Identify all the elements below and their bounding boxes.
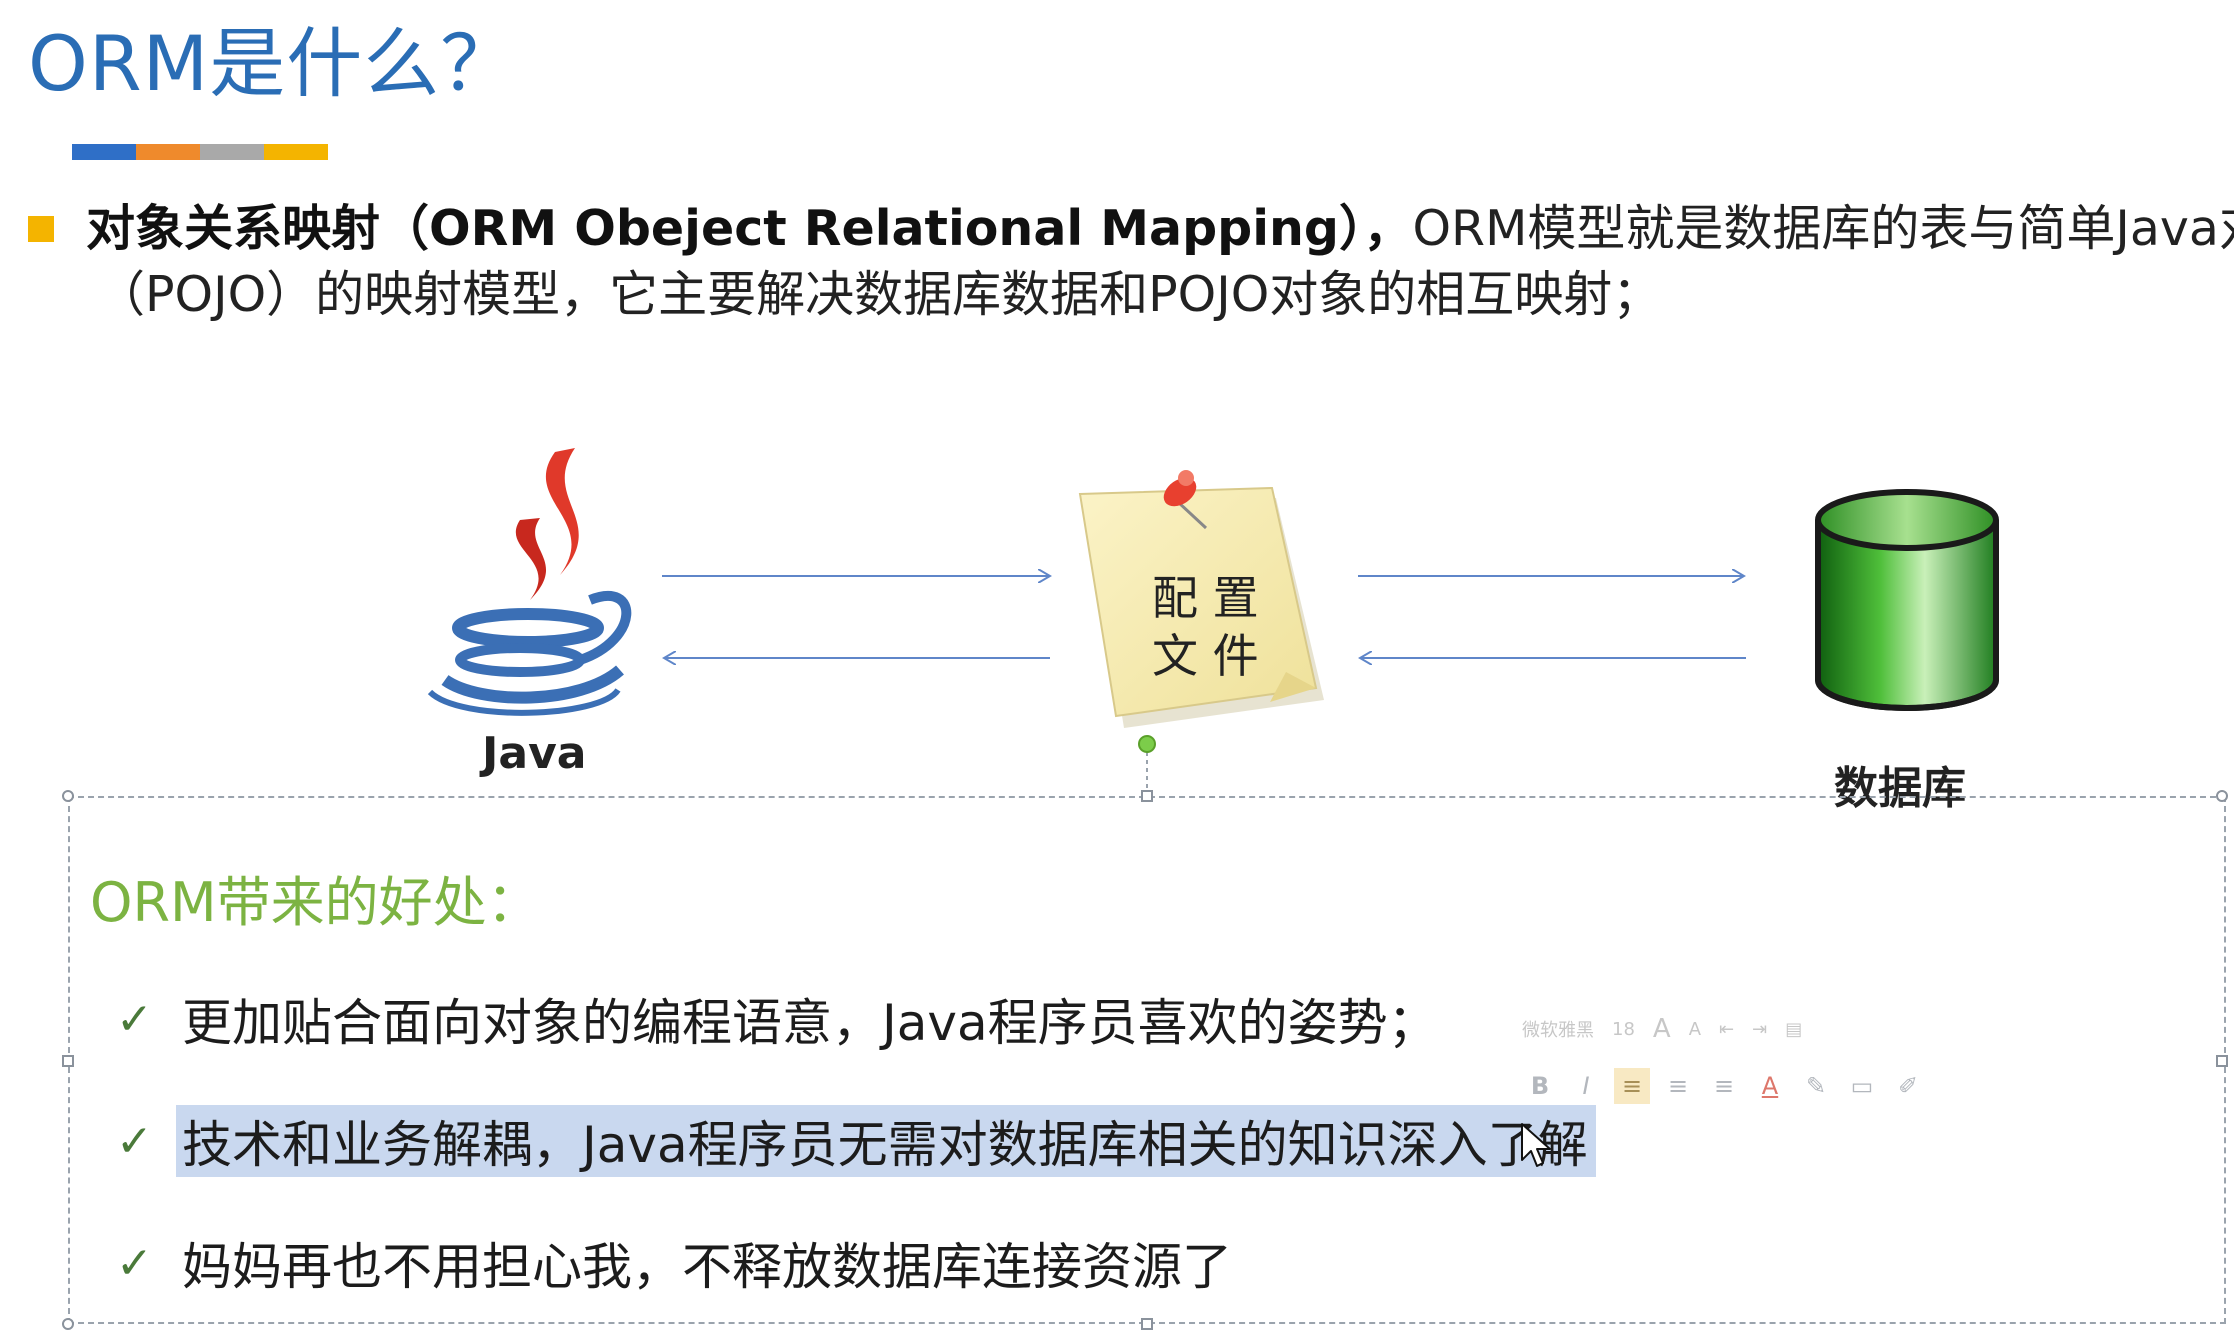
increase-indent-icon[interactable]: ⇥ <box>1752 1019 1767 1040</box>
orm-diagram <box>427 448 1999 796</box>
resize-handle-top-center[interactable] <box>1141 790 1153 802</box>
align-left-icon[interactable]: ≡ <box>1614 1068 1650 1104</box>
font-name-select[interactable]: 微软雅黑 <box>1522 1016 1594 1042</box>
benefit-text[interactable]: 妈妈再也不用担心我，不释放数据库连接资源了 <box>176 1227 1240 1299</box>
config-label-line1: 配 置 <box>1152 571 1259 625</box>
benefit-text[interactable]: 更加贴合面向对象的编程语意，Java程序员喜欢的姿势； <box>176 983 1446 1055</box>
benefit-item-1[interactable]: ✓ 更加贴合面向对象的编程语意，Java程序员喜欢的姿势； <box>116 982 1446 1056</box>
benefit-item-2[interactable]: ✓ 技术和业务解耦，Java程序员无需对数据库相关的知识深入了解 <box>116 1104 1596 1178</box>
resize-handle-middle-left[interactable] <box>62 1055 74 1067</box>
check-icon: ✓ <box>116 1115 153 1167</box>
bold-button[interactable]: B <box>1522 1068 1558 1104</box>
resize-handle-top-right[interactable] <box>2216 790 2228 802</box>
highlight-icon[interactable]: ✎ <box>1798 1068 1834 1104</box>
check-icon: ✓ <box>116 1237 153 1289</box>
mini-format-toolbar[interactable]: 微软雅黑 18 A A ⇤ ⇥ ▤ B I ≡ ≡ ≡ A ✎ ▭ ✐ <box>1522 1006 2022 1118</box>
database-icon <box>1815 489 1999 711</box>
grow-font-button[interactable]: A <box>1653 1014 1671 1044</box>
align-right-icon[interactable]: ≡ <box>1706 1068 1742 1104</box>
font-color-button[interactable]: A <box>1752 1068 1788 1104</box>
resize-handle-middle-right[interactable] <box>2216 1055 2228 1067</box>
check-icon: ✓ <box>116 993 153 1045</box>
java-logo-icon <box>427 448 632 716</box>
java-label: Java <box>482 728 587 779</box>
font-size-select[interactable]: 18 <box>1612 1019 1635 1040</box>
benefits-heading: ORM带来的好处： <box>90 871 541 934</box>
mouse-cursor-icon <box>1521 1123 1551 1167</box>
benefit-text-selected[interactable]: 技术和业务解耦，Java程序员无需对数据库相关的知识深入了解 <box>176 1105 1596 1177</box>
config-label-line2: 文 件 <box>1152 629 1259 683</box>
format-painter-icon[interactable]: ▤ <box>1785 1019 1802 1040</box>
pen-icon[interactable]: ✐ <box>1890 1068 1926 1104</box>
align-center-icon[interactable]: ≡ <box>1660 1068 1696 1104</box>
shape-outline-icon[interactable]: ▭ <box>1844 1068 1880 1104</box>
resize-handle-top-left[interactable] <box>62 790 74 802</box>
shrink-font-button[interactable]: A <box>1689 1019 1701 1040</box>
italic-button[interactable]: I <box>1568 1068 1604 1104</box>
rotation-handle[interactable] <box>1138 735 1156 753</box>
benefit-item-3[interactable]: ✓ 妈妈再也不用担心我，不释放数据库连接资源了 <box>116 1226 1240 1300</box>
decrease-indent-icon[interactable]: ⇤ <box>1719 1019 1734 1040</box>
resize-handle-bottom-left[interactable] <box>62 1318 74 1330</box>
resize-handle-bottom-center[interactable] <box>1141 1318 1153 1330</box>
